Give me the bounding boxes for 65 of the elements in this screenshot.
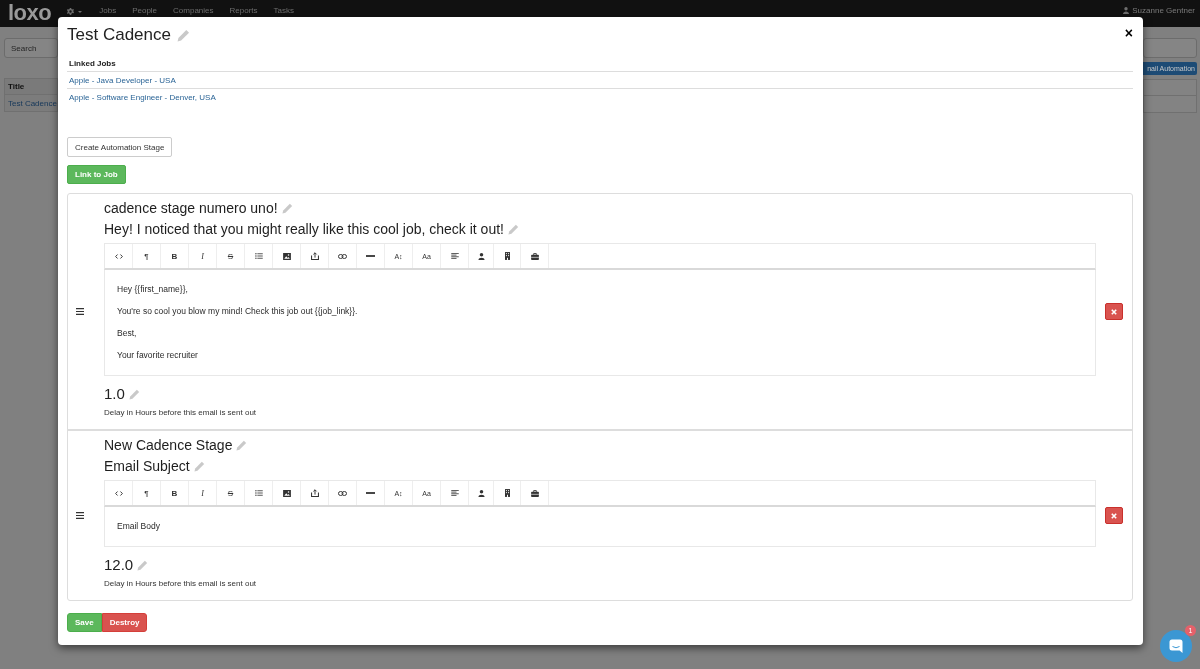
gear-icon[interactable] (67, 8, 75, 15)
delay-label: Delay in Hours before this email is sent out (104, 408, 258, 418)
nav-link[interactable]: Jobs (99, 6, 117, 16)
delay-value: 1.0 (104, 384, 125, 404)
cross-icon (1111, 308, 1117, 315)
align-left-icon (450, 490, 459, 496)
column-header: Title (4, 78, 58, 95)
search-field[interactable]: Search (4, 38, 58, 58)
stage-name: cadence stage numero uno! (104, 199, 278, 218)
delay-value: 12.0 (104, 555, 134, 575)
briefcase-icon (530, 252, 539, 260)
nav-link[interactable]: People (132, 6, 158, 16)
table-cell (1143, 96, 1197, 113)
email-body-text: You're so cool you blow my mind! Check this job out {{job_link}}. (117, 305, 359, 318)
create-stage-button[interactable]: Create Automation Stage (67, 137, 173, 157)
bullet-list-icon (254, 490, 263, 496)
email-subject: Hey! I noticed that you might really like this cool job, check it out! (104, 220, 504, 239)
email-subject: Email Subject (104, 457, 190, 476)
code-icon (114, 253, 123, 259)
delete-stage-button[interactable] (1105, 507, 1123, 524)
chat-button[interactable] (1160, 630, 1192, 662)
building-icon (504, 252, 510, 260)
delay-label: Delay in Hours before this email is sent out (104, 579, 258, 589)
cross-icon (1111, 512, 1117, 519)
nav-link[interactable]: Companies (173, 6, 214, 16)
modal-title: Test Cadence (67, 24, 171, 46)
person-icon (477, 252, 485, 260)
delete-stage-button[interactable] (1105, 303, 1123, 320)
column-header: Linked Jobs (68, 57, 117, 70)
email-body-text: Email Body (117, 520, 161, 533)
user-icon (1123, 7, 1130, 14)
image-icon (282, 489, 291, 497)
email-body-text: Your favorite recruiter (117, 349, 199, 362)
user-menu-link[interactable]: Suzanne Gentner (1132, 6, 1195, 16)
stage-name: New Cadence Stage (104, 436, 233, 455)
chat-bubble-icon (1169, 639, 1183, 653)
email-body-editor[interactable]: Hey {{first_name}}, You're so cool you blow my mind! Check this job out {{job_link}}. Best, Your favorite recruiter (104, 270, 1096, 376)
destroy-button[interactable]: Destroy (101, 613, 148, 632)
app-logo[interactable]: loxo (8, 1, 52, 25)
briefcase-icon (530, 489, 539, 497)
align-left-icon (450, 253, 459, 259)
email-body-text: Hey {{first_name}}, (117, 283, 189, 296)
nav-link[interactable]: Tasks (273, 6, 294, 16)
email-body-editor[interactable]: Email Body (104, 507, 1096, 547)
code-icon (114, 490, 123, 496)
upload-icon (310, 252, 319, 260)
image-icon (282, 252, 291, 260)
link-icon (338, 490, 347, 496)
drag-handle-icon[interactable] (76, 308, 84, 315)
table-cell (1143, 79, 1197, 96)
nav-link[interactable]: Reports (229, 6, 258, 16)
person-icon (477, 489, 485, 497)
horizontal-rule-icon (366, 492, 375, 494)
caret-icon[interactable] (78, 11, 83, 13)
link-icon (338, 253, 347, 259)
job-link[interactable]: Apple - Java Developer - USA (69, 75, 176, 85)
building-icon (504, 489, 510, 497)
email-body-text: Best, (117, 327, 138, 340)
search-field[interactable] (1143, 38, 1197, 58)
upload-icon (310, 489, 319, 497)
bullet-list-icon (254, 253, 263, 259)
drag-handle-icon[interactable] (76, 512, 84, 519)
job-link[interactable]: Apple - Software Engineer - Denver, USA (69, 92, 216, 102)
close-button[interactable]: × (1124, 26, 1133, 40)
horizontal-rule-icon (366, 255, 375, 257)
